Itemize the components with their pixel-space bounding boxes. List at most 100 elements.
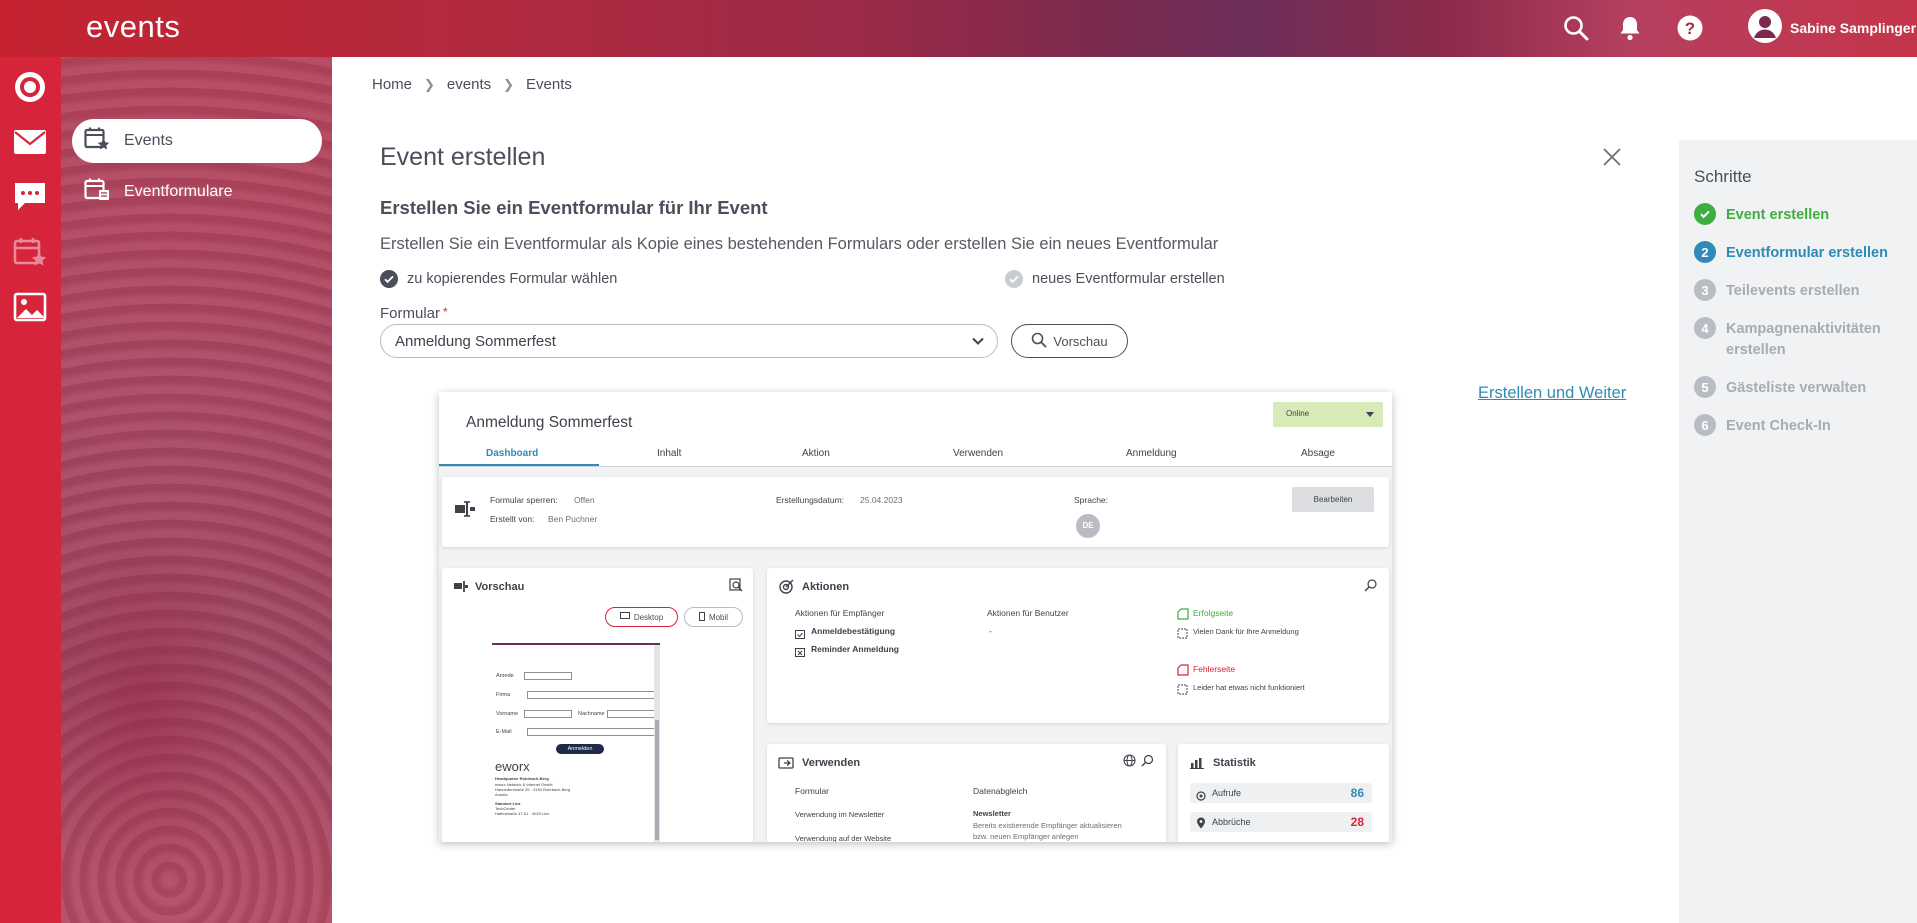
language-label: Sprache:	[1074, 495, 1109, 505]
step-label: Event erstellen	[1726, 207, 1830, 223]
step-teilevents-erstellen[interactable]: 3 Teilevents erstellen	[1694, 279, 1901, 302]
date-label: Erstellungsdatum:	[776, 495, 845, 505]
chat-icon[interactable]	[12, 179, 48, 215]
edit-button: Bearbeiten	[1292, 487, 1374, 512]
step-gaesteliste-verwalten[interactable]: 5 Gästeliste verwalten	[1694, 376, 1901, 399]
close-icon[interactable]	[1601, 146, 1623, 168]
stat-value: 86	[1350, 786, 1364, 800]
preview-button[interactable]: Vorschau	[1011, 324, 1128, 358]
required-marker: *	[443, 305, 448, 319]
language-badge: DE	[1076, 514, 1100, 538]
nav-item-label: Events	[124, 132, 173, 149]
chevron-down-icon	[1366, 412, 1374, 417]
newsletter-value: Newsletter	[973, 809, 1011, 818]
mini-field-input	[527, 691, 655, 699]
desktop-toggle: Desktop	[605, 607, 678, 627]
mobile-icon	[698, 611, 705, 623]
zoom-icon	[729, 578, 743, 597]
step-label: Kampagnenaktivitäten erstellen	[1726, 321, 1881, 358]
mini-field-label: Vorname	[496, 711, 519, 717]
section-description: Erstellen Sie ein Eventformular als Kopi…	[380, 235, 1219, 253]
preview-icon	[453, 580, 469, 599]
nav-panel: Events Eventformulare	[61, 57, 332, 923]
website-usage-label: Verwendung auf der Website	[795, 834, 892, 842]
mail-icon[interactable]	[12, 124, 48, 160]
preview-form-title: Anmeldung Sommerfest	[466, 414, 633, 431]
calendar-form-icon	[84, 177, 110, 208]
error-page-icon	[1177, 663, 1189, 681]
app-title: events	[86, 9, 181, 44]
step-number: 3	[1694, 279, 1716, 301]
stat-row-views: Aufrufe 86	[1190, 783, 1372, 803]
newsletter-usage-label: Verwendung im Newsletter	[795, 810, 885, 819]
breadcrumb-events-app[interactable]: events	[447, 76, 491, 93]
step-event-erstellen[interactable]: Event erstellen	[1694, 203, 1901, 226]
bell-icon[interactable]	[1616, 14, 1644, 42]
mini-field-input	[607, 710, 655, 718]
statistik-card: Statistik Aufrufe 86 Abbrüche 28	[1178, 744, 1389, 842]
sync-label: Datenabgleich	[973, 786, 1028, 796]
user-name: Sabine Samplinger	[1790, 20, 1917, 36]
steps-sidebar: Schritte Event erstellen 2 Eventformular…	[1679, 140, 1917, 923]
active-tab-indicator	[439, 464, 599, 466]
form-label: Formular	[795, 786, 830, 796]
search-icon[interactable]	[1562, 14, 1590, 42]
step-label: Eventformular erstellen	[1726, 245, 1888, 261]
target-icon	[778, 579, 794, 600]
option-new-form[interactable]: neues Eventformular erstellen	[1005, 270, 1225, 288]
select-value: Anmeldung Sommerfest	[395, 332, 556, 350]
tab-dashboard: Dashboard	[486, 448, 539, 459]
logo-target-icon[interactable]	[12, 69, 48, 105]
mobile-toggle: Mobil	[684, 607, 743, 627]
calendar-star-icon	[84, 126, 110, 157]
calendar-star-icon[interactable]	[12, 234, 48, 270]
step-event-check-in[interactable]: 6 Event Check-In	[1694, 414, 1901, 437]
step-number: 5	[1694, 376, 1716, 398]
mini-field-label: Anrede	[496, 673, 514, 679]
option-label: zu kopierendes Formular wählen	[407, 271, 618, 287]
mini-field-label: E-Mail	[496, 729, 512, 735]
app-rail	[0, 57, 61, 923]
check-circle-icon	[1005, 270, 1023, 288]
formular-select[interactable]: Anmeldung Sommerfest	[380, 324, 998, 358]
nav-item-label: Eventformulare	[124, 183, 233, 200]
mobile-label: Mobil	[708, 612, 729, 622]
lock-form-icon	[454, 499, 476, 524]
form-preview-image: Anmeldung Sommerfest Online Dashboard In…	[439, 392, 1392, 842]
stat-value: 28	[1350, 815, 1364, 829]
nav-item-eventformulare[interactable]: Eventformulare	[72, 170, 322, 214]
chevron-right-icon: ❯	[424, 76, 435, 92]
error-page-label: Fehlerseite	[1193, 664, 1236, 674]
success-page-text: Vielen Dank für Ihre Anmeldung	[1193, 627, 1299, 636]
desktop-icon	[619, 612, 630, 622]
preview-header: Anmeldung Sommerfest Online Dashboard In…	[439, 392, 1392, 467]
step-kampagnenaktivitaeten[interactable]: 4 Kampagnenaktivitäten erstellen	[1694, 317, 1901, 361]
mini-form-preview: Anrede Firma Vorname Nachname E-Mail Anm…	[492, 643, 660, 842]
mini-field-input	[527, 728, 655, 736]
bar-chart-icon	[1190, 756, 1204, 774]
step-eventformular-erstellen[interactable]: 2 Eventformular erstellen	[1694, 241, 1901, 264]
user-menu[interactable]: Sabine Samplinger	[1748, 8, 1917, 46]
lock-value: Offen	[574, 495, 595, 505]
success-page-icon	[1177, 607, 1189, 625]
mini-scrollbar	[654, 645, 660, 842]
date-value: 25.04.2023	[860, 495, 903, 505]
check-circle-icon	[1694, 203, 1716, 225]
lock-label: Formular sperren:	[490, 495, 558, 505]
tab-aktion: Aktion	[802, 448, 830, 459]
option-copy-form[interactable]: zu kopierendes Formular wählen	[380, 270, 617, 288]
preview-tabs: Dashboard Inhalt Aktion Verwenden Anmeld…	[439, 442, 1392, 467]
col-user-label: Aktionen für Benutzer	[987, 608, 1069, 618]
check-circle-icon	[380, 270, 398, 288]
step-number: 2	[1694, 241, 1716, 263]
help-icon[interactable]: ?	[1676, 14, 1704, 42]
image-icon[interactable]	[12, 289, 48, 325]
step-number: 4	[1694, 317, 1716, 339]
create-next-link[interactable]: Erstellen und Weiter	[1478, 384, 1626, 403]
error-page-text: Leider hat etwas nicht funktioniert	[1193, 683, 1305, 692]
breadcrumb-events[interactable]: Events	[526, 76, 572, 93]
nav-item-events[interactable]: Events	[72, 119, 322, 163]
footer-line: Hafenstraße 47-51 · 4020 Linz	[495, 811, 550, 816]
tab-absage: Absage	[1301, 448, 1335, 459]
breadcrumb-home[interactable]: Home	[372, 76, 412, 93]
